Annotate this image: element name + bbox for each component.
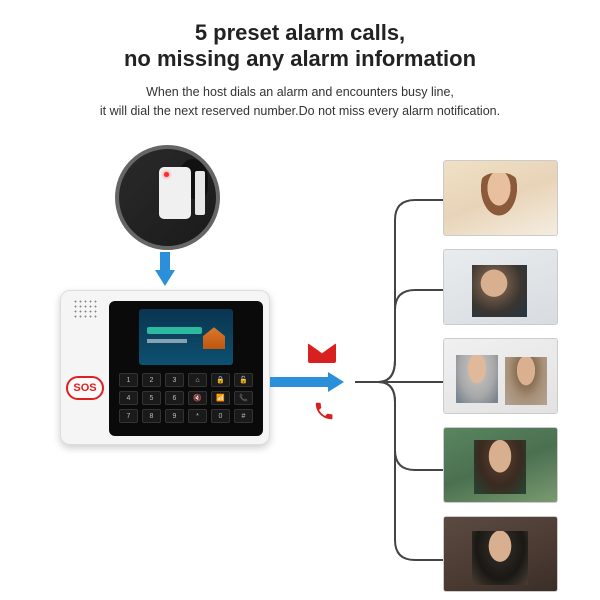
door-sensor-magnet [195,171,205,215]
phone-icon [313,400,335,422]
alarm-panel-device: SOS 1 2 3 ⌂ 🔒 🔓 4 5 6 🔇 📶 📞 7 [60,290,270,445]
mail-icon [308,343,336,363]
contact-thumbnail [443,160,558,236]
key: 5 [142,391,161,405]
key: 8 [142,409,161,423]
device-screen [139,309,233,365]
subtitle-line2: it will dial the next reserved number.Do… [100,104,500,118]
key: 🔒 [211,373,230,387]
key: 🔓 [234,373,253,387]
key: 9 [165,409,184,423]
key: 2 [142,373,161,387]
diagram-area: SOS 1 2 3 ⌂ 🔒 🔓 4 5 6 🔇 📶 📞 7 [0,130,600,600]
arrow-right-icon [270,377,328,387]
key: 3 [165,373,184,387]
key: # [234,409,253,423]
key: 7 [119,409,138,423]
page-subtitle: When the host dials an alarm and encount… [30,83,570,121]
key: 4 [119,391,138,405]
header-block: 5 preset alarm calls, no missing any ala… [0,0,600,130]
key: 0 [211,409,230,423]
sos-button: SOS [66,376,104,400]
device-face: 1 2 3 ⌂ 🔒 🔓 4 5 6 🔇 📶 📞 7 8 9 * 0 # [109,301,263,436]
contact-thumbnail [443,427,558,503]
title-line1: 5 preset alarm calls, [195,20,405,45]
contact-list [443,160,558,592]
page-title: 5 preset alarm calls, no missing any ala… [30,20,570,73]
key: * [188,409,207,423]
screen-date-line [147,339,187,343]
screen-status-bar [147,327,202,334]
contact-thumbnail [443,249,558,325]
door-sensor-circle [115,145,220,250]
contact-thumbnail [443,338,558,414]
key: ⌂ [188,373,207,387]
device-keypad: 1 2 3 ⌂ 🔒 🔓 4 5 6 🔇 📶 📞 7 8 9 * 0 # [119,373,253,423]
key: 6 [165,391,184,405]
key: 📶 [211,391,230,405]
key: 🔇 [188,391,207,405]
screen-house-icon [203,327,225,349]
subtitle-line1: When the host dials an alarm and encount… [146,85,454,99]
speaker-grille-icon [73,299,97,319]
contact-thumbnail [443,516,558,592]
key: 1 [119,373,138,387]
key: 📞 [234,391,253,405]
title-line2: no missing any alarm information [124,46,476,71]
